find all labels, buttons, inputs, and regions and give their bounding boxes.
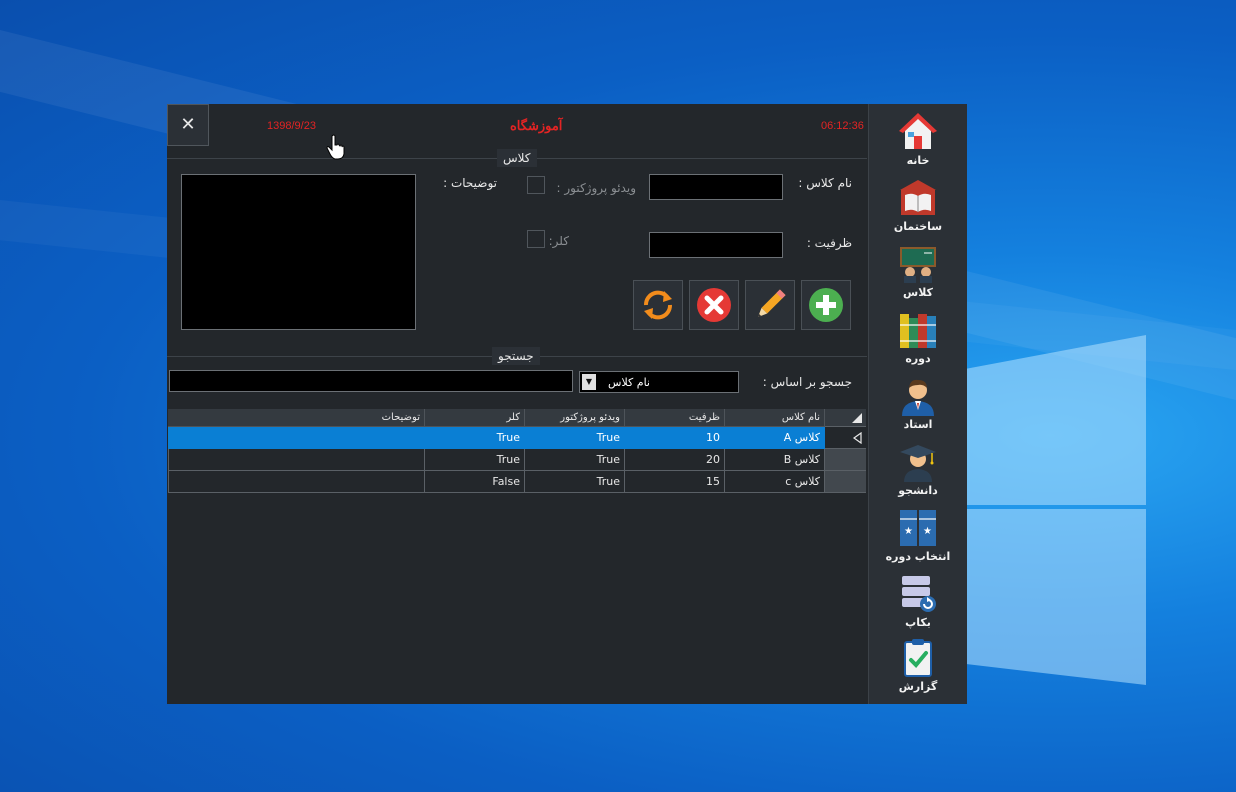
cell-color[interactable]: False bbox=[425, 471, 525, 493]
add-icon bbox=[809, 288, 843, 322]
description-textarea[interactable] bbox=[181, 174, 416, 330]
row-header[interactable] bbox=[825, 427, 866, 449]
sidebar-item-student[interactable]: دانشجو bbox=[869, 442, 967, 508]
corner-triangle-icon bbox=[852, 413, 862, 423]
class-name-input[interactable] bbox=[649, 174, 783, 200]
select-all-corner[interactable] bbox=[825, 409, 866, 427]
sidebar-item-label: بکاپ bbox=[905, 616, 931, 629]
video-projector-checkbox[interactable] bbox=[527, 176, 545, 194]
cell-video-projector[interactable]: True bbox=[525, 449, 625, 471]
cell-description[interactable] bbox=[168, 427, 425, 449]
table-row[interactable]: False True 15 کلاس c bbox=[168, 471, 866, 493]
class-name-label: نام کلاس : bbox=[798, 176, 852, 190]
sidebar-item-course[interactable]: دوره bbox=[869, 310, 967, 376]
column-header-class-name[interactable]: نام کلاس bbox=[725, 409, 825, 427]
sidebar-item-label: کلاس bbox=[903, 286, 933, 299]
video-projector-label: ویدئو پروژکتور : bbox=[556, 181, 636, 195]
sidebar-item-label: دانشجو bbox=[898, 484, 938, 497]
sidebar-item-label: دوره bbox=[905, 352, 931, 365]
add-button[interactable] bbox=[801, 280, 851, 330]
description-label: توضیحات : bbox=[443, 176, 497, 190]
sidebar-item-class[interactable]: کلاس bbox=[869, 244, 967, 310]
sidebar-item-label: استاد bbox=[903, 418, 933, 431]
sidebar-item-label: ساختمان bbox=[893, 220, 943, 233]
sidebar-item-backup[interactable]: بکاپ bbox=[869, 574, 967, 640]
student-icon bbox=[900, 445, 936, 482]
backup-icon bbox=[902, 576, 936, 612]
chevron-down-icon[interactable]: ▼ bbox=[582, 374, 596, 390]
sidebar-item-report[interactable]: گزارش bbox=[869, 638, 967, 704]
cell-description[interactable] bbox=[168, 471, 425, 493]
delete-button[interactable] bbox=[689, 280, 739, 330]
search-by-value: نام کلاس bbox=[608, 376, 650, 389]
sidebar-item-label: خانه bbox=[906, 154, 930, 167]
refresh-icon bbox=[643, 290, 673, 320]
sidebar-item-building[interactable]: ساختمان bbox=[869, 178, 967, 244]
header-time: 06:12:36 bbox=[821, 120, 864, 132]
building-book-icon bbox=[900, 180, 936, 215]
cell-capacity[interactable]: 20 bbox=[625, 449, 725, 471]
search-group-title: جستجو bbox=[492, 347, 540, 365]
header-title: آموزشگاه bbox=[510, 118, 563, 133]
cell-class-name[interactable]: کلاس B bbox=[725, 449, 825, 471]
search-by-label: جسجو بر اساس : bbox=[762, 375, 852, 389]
books-icon bbox=[900, 314, 936, 348]
capacity-label: ظرفیت : bbox=[806, 236, 852, 250]
color-label: کلر: bbox=[548, 234, 569, 248]
svg-text:★: ★ bbox=[904, 526, 913, 537]
course-select-icon: ★ ★ bbox=[900, 510, 936, 546]
sidebar-item-teacher[interactable]: استاد bbox=[869, 376, 967, 442]
cell-color[interactable]: True bbox=[425, 449, 525, 471]
column-header-description[interactable]: توضیحات bbox=[168, 409, 425, 427]
cell-video-projector[interactable]: True bbox=[525, 427, 625, 449]
search-input[interactable] bbox=[169, 370, 573, 392]
app-window: ✕ 1398/9/23 آموزشگاه 06:12:36 کلاس نام ک… bbox=[167, 104, 967, 704]
delete-icon bbox=[697, 288, 731, 322]
pencil-icon bbox=[757, 289, 786, 318]
sidebar-item-label: انتخاب دوره bbox=[885, 550, 951, 563]
close-button[interactable]: ✕ bbox=[167, 104, 209, 146]
classroom-icon bbox=[900, 247, 936, 283]
hand-cursor-icon bbox=[326, 134, 345, 160]
cell-class-name[interactable]: کلاس c bbox=[725, 471, 825, 493]
sidebar-item-label: گزارش bbox=[898, 680, 938, 693]
color-checkbox[interactable] bbox=[527, 230, 545, 248]
edit-button[interactable] bbox=[745, 280, 795, 330]
column-header-color[interactable]: کلر bbox=[425, 409, 525, 427]
home-icon bbox=[899, 113, 937, 149]
column-header-video-projector[interactable]: ویدئو پروژکتور bbox=[525, 409, 625, 427]
sidebar-item-home[interactable]: خانه bbox=[869, 112, 967, 178]
row-header[interactable] bbox=[825, 471, 866, 493]
table-header: توضیحات کلر ویدئو پروژکتور ظرفیت نام کلا… bbox=[168, 409, 866, 427]
table-row[interactable]: True True 20 کلاس B bbox=[168, 449, 866, 471]
row-header[interactable] bbox=[825, 449, 866, 471]
cell-class-name[interactable]: کلاس A bbox=[725, 427, 825, 449]
sidebar-item-course-selection[interactable]: ★ ★ انتخاب دوره bbox=[869, 508, 967, 574]
table-row[interactable]: True True 10 کلاس A bbox=[168, 427, 866, 449]
refresh-button[interactable] bbox=[633, 280, 683, 330]
cell-video-projector[interactable]: True bbox=[525, 471, 625, 493]
header-date: 1398/9/23 bbox=[267, 120, 316, 132]
column-header-capacity[interactable]: ظرفیت bbox=[625, 409, 725, 427]
sidebar: خانه ساختمان کلاس دوره استاد دانشجو ★ ★ ا… bbox=[868, 104, 967, 704]
svg-text:★: ★ bbox=[923, 526, 932, 537]
current-row-icon bbox=[852, 432, 862, 444]
main-panel: ✕ 1398/9/23 آموزشگاه 06:12:36 کلاس نام ک… bbox=[167, 104, 867, 704]
class-group-title: کلاس bbox=[497, 149, 537, 167]
search-by-select[interactable]: ▼ نام کلاس bbox=[579, 371, 739, 393]
cell-capacity[interactable]: 15 bbox=[625, 471, 725, 493]
cell-description[interactable] bbox=[168, 449, 425, 471]
cell-capacity[interactable]: 10 bbox=[625, 427, 725, 449]
teacher-icon bbox=[902, 379, 934, 416]
report-icon bbox=[904, 639, 932, 677]
windows-logo bbox=[965, 325, 1150, 685]
cell-color[interactable]: True bbox=[425, 427, 525, 449]
capacity-input[interactable] bbox=[649, 232, 783, 258]
